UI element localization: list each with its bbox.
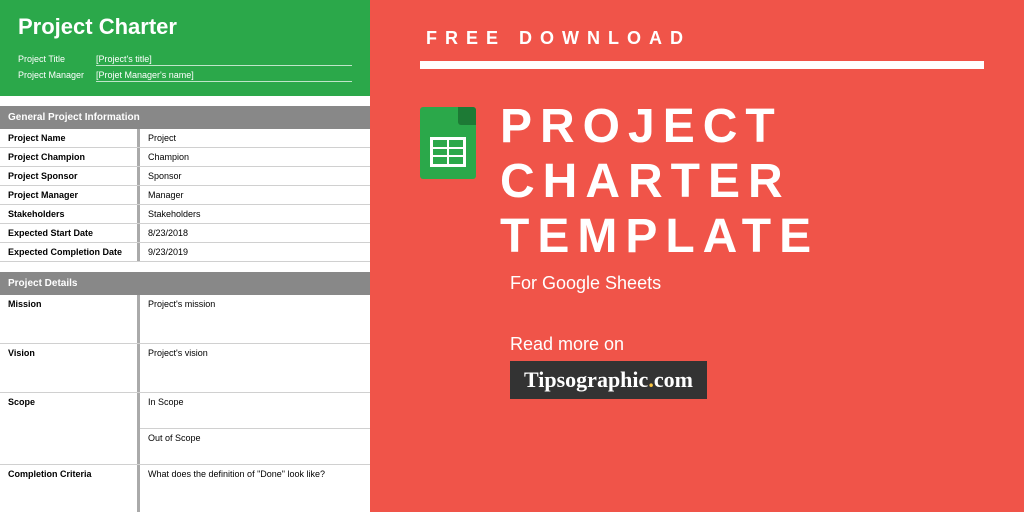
row-value: Stakeholders [140,205,370,223]
brand-main: Tipsographic [524,367,648,392]
table-row: Expected Start Date 8/23/2018 [0,224,370,243]
row-label: Project Champion [0,148,140,166]
completion-label: Completion Criteria [0,465,140,512]
spacer [0,96,370,106]
scope-in: In Scope [140,393,370,429]
table-row: Project Champion Champion [0,148,370,167]
sheets-icon-fold [458,107,476,125]
section-project-details: Project Details [0,272,370,295]
row-value: 8/23/2018 [140,224,370,242]
main-title: PROJECT CHARTER TEMPLATE [500,99,819,265]
title-line-3: TEMPLATE [500,209,819,264]
sheet-header: Project Charter Project Title [Project's… [0,0,370,96]
project-title-label: Project Title [18,54,96,64]
spreadsheet-preview: Project Charter Project Title [Project's… [0,0,370,512]
row-value: Champion [140,148,370,166]
read-more-text: Read more on [510,334,984,355]
sheet-title: Project Charter [18,14,352,40]
title-line-1: PROJECT [500,99,819,154]
project-title-value: [Project's title] [96,54,352,66]
mission-value: Project's mission [140,295,370,343]
sheets-icon-body [420,107,476,179]
row-label: Expected Completion Date [0,243,140,261]
project-manager-value: [Projet Manager's name] [96,70,352,82]
row-value: Project [140,129,370,147]
table-row: Mission Project's mission [0,295,370,344]
row-label: Stakeholders [0,205,140,223]
promo-panel: FREE DOWNLOAD PROJECT CHARTER TEMPLATE F… [370,0,1024,512]
table-row: Expected Completion Date 9/23/2019 [0,243,370,262]
page-container: Project Charter Project Title [Project's… [0,0,1024,512]
table-row: Project Manager Manager [0,186,370,205]
table-row: Project Sponsor Sponsor [0,167,370,186]
project-title-row: Project Title [Project's title] [18,54,352,66]
table-row: Completion Criteria What does the defini… [0,465,370,512]
table-row: Scope In Scope Out of Scope [0,393,370,465]
sheets-icon-grid [430,137,466,167]
section-general-info: General Project Information [0,106,370,129]
row-value: Sponsor [140,167,370,185]
title-line-2: CHARTER [500,154,819,209]
completion-value: What does the definition of "Done" look … [140,465,370,512]
row-label: Expected Start Date [0,224,140,242]
google-sheets-icon [420,107,476,179]
scope-label: Scope [0,393,140,464]
brand-badge[interactable]: Tipsographic.com [510,361,707,399]
subtitle: For Google Sheets [510,273,984,294]
row-value: 9/23/2019 [140,243,370,261]
table-row: Project Name Project [0,129,370,148]
underline-bar [420,61,984,69]
vision-value: Project's vision [140,344,370,392]
project-manager-label: Project Manager [18,70,96,80]
kicker-text: FREE DOWNLOAD [426,28,984,49]
row-label: Project Manager [0,186,140,204]
row-label: Project Sponsor [0,167,140,185]
scope-out: Out of Scope [140,429,370,464]
vision-label: Vision [0,344,140,392]
scope-values: In Scope Out of Scope [140,393,370,464]
table-row: Stakeholders Stakeholders [0,205,370,224]
table-row: Vision Project's vision [0,344,370,393]
row-label: Project Name [0,129,140,147]
mission-label: Mission [0,295,140,343]
title-block: PROJECT CHARTER TEMPLATE [420,99,984,265]
row-value: Manager [140,186,370,204]
spacer [0,262,370,272]
project-manager-row: Project Manager [Projet Manager's name] [18,70,352,82]
brand-tld: com [654,367,693,392]
